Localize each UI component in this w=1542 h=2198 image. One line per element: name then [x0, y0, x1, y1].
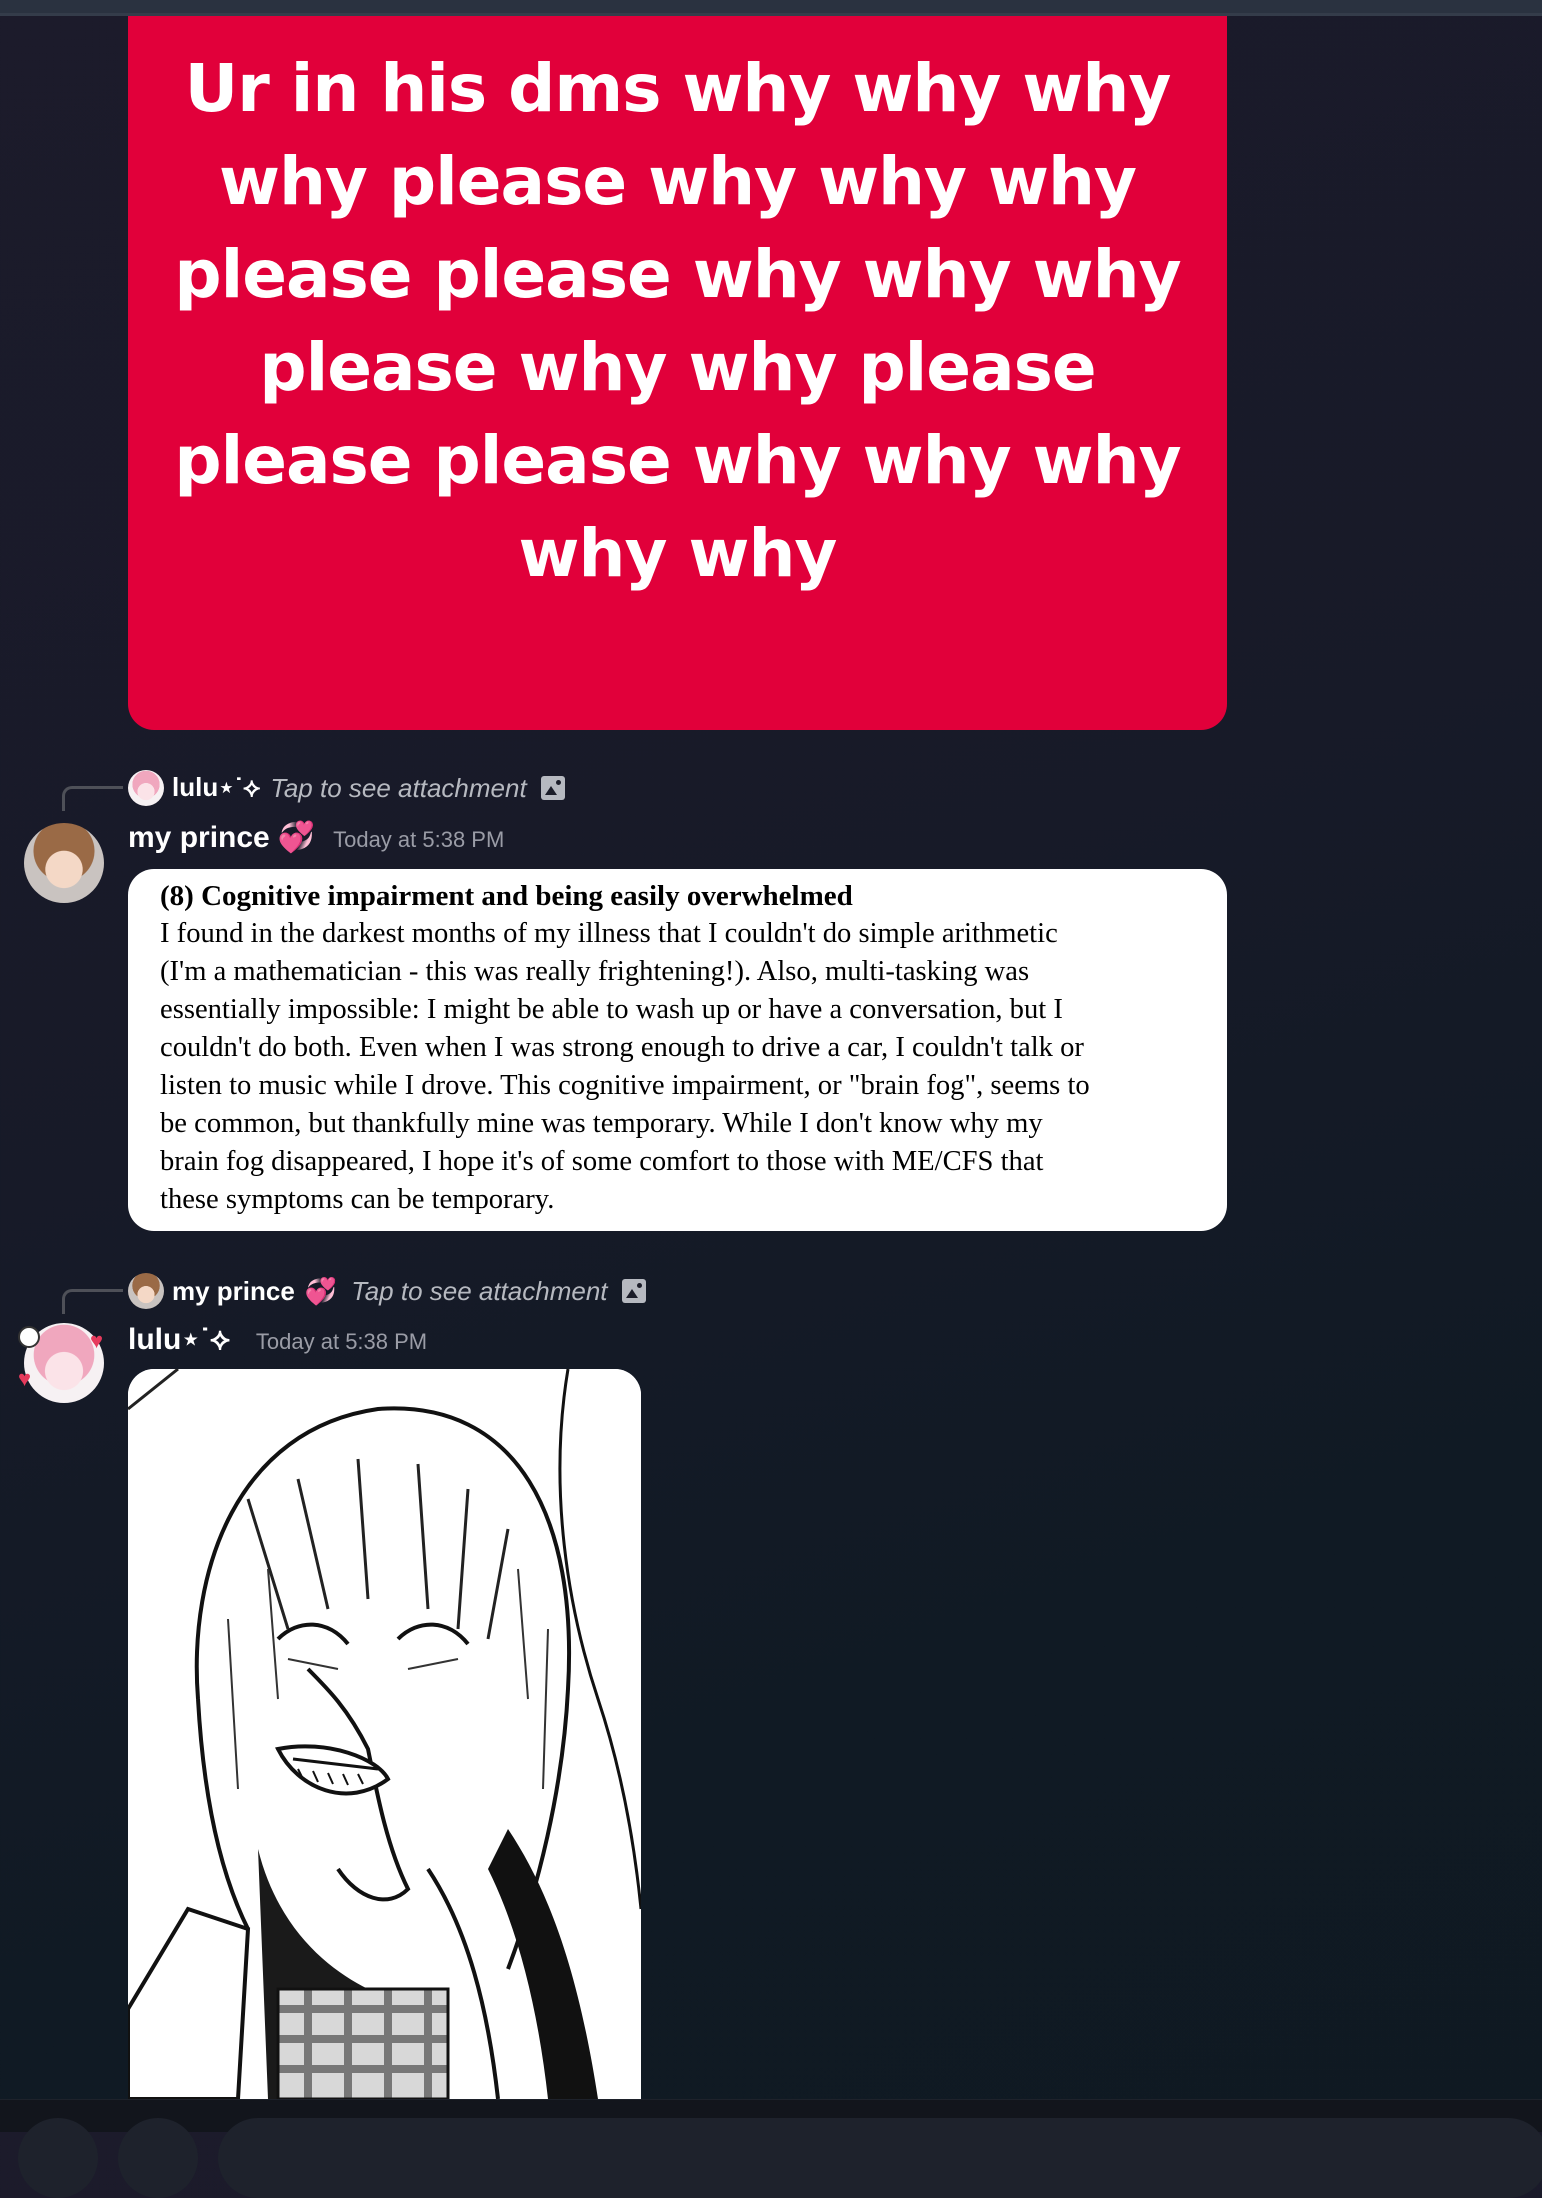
timestamp: Today at 5:38 PM — [333, 827, 505, 852]
message-header: my prince 💞 Today at 5:38 PM — [128, 820, 504, 855]
text-image-line: why why — [518, 515, 838, 592]
heart-icon: ♥ — [18, 1366, 32, 1391]
author-name[interactable]: my prince — [128, 821, 270, 855]
document-line: (I'm a mathematician - this was really f… — [160, 956, 1030, 987]
author-name[interactable]: lulu⋆˙⟡ — [128, 1322, 230, 1357]
reply-author-name: my prince — [172, 1275, 295, 1306]
message-header: lulu⋆˙⟡ Today at 5:38 PM — [128, 1322, 427, 1357]
document-line: I found in the darkest months of my illn… — [160, 918, 1058, 949]
reply-avatar — [128, 770, 164, 806]
apps-button[interactable] — [118, 2118, 198, 2198]
avatar[interactable] — [24, 823, 104, 903]
document-line: essentially impossible: I might be able … — [160, 994, 1063, 1025]
reply-author-name: lulu⋆˙⟡ — [172, 772, 261, 802]
reply-hint-text: Tap to see attachment — [351, 1275, 608, 1306]
document-line: couldn't do both. Even when I was strong… — [160, 1032, 1084, 1063]
timestamp: Today at 5:38 PM — [255, 1329, 428, 1354]
text-image-line: why please why why why — [218, 143, 1137, 220]
reply-connector — [62, 786, 123, 811]
reply-hint-text: Tap to see attachment — [270, 772, 527, 803]
reply-avatar — [128, 1273, 164, 1309]
reply-preview[interactable]: lulu⋆˙⟡ Tap to see attachment — [128, 768, 565, 808]
image-icon — [621, 1279, 646, 1303]
plus-button[interactable] — [18, 2118, 98, 2198]
document-line: be common, but thankfully mine was tempo… — [160, 1108, 1043, 1139]
heart-icon: ♥ — [90, 1328, 104, 1353]
heart-icon: 💞 — [304, 1275, 338, 1306]
reply-connector — [62, 1289, 123, 1314]
top-strip — [0, 0, 1542, 16]
document-line: listen to music while I drove. This cogn… — [160, 1070, 1090, 1101]
document-image-attachment[interactable]: (8) Cognitive impairment and being easil… — [128, 869, 1227, 1231]
text-image-line: please why why please — [259, 329, 1096, 406]
manga-image-attachment[interactable] — [128, 1369, 641, 2099]
document-heading: (8) Cognitive impairment and being easil… — [160, 880, 853, 912]
manga-illustration — [128, 1369, 641, 2099]
text-image-content: Ur in his dms why why why why please why… — [138, 42, 1218, 600]
message-input-bar — [0, 2099, 1542, 2198]
image-icon — [540, 776, 565, 800]
text-image-line: Ur in his dms why why why — [184, 50, 1172, 127]
message-input[interactable] — [218, 2118, 1542, 2198]
document-line: these symptoms can be temporary. — [160, 1184, 555, 1215]
text-image-line: please please why why why — [174, 422, 1181, 499]
text-image-attachment[interactable]: Ur in his dms why why why why please why… — [128, 16, 1227, 730]
text-image-line: please please why why why — [174, 236, 1181, 313]
reply-preview[interactable]: my prince 💞 Tap to see attachment — [128, 1271, 646, 1311]
eye-emoji-icon — [18, 1326, 40, 1348]
heart-icon: 💞 — [277, 821, 316, 854]
document-line: brain fog disappeared, I hope it's of so… — [160, 1146, 1044, 1177]
